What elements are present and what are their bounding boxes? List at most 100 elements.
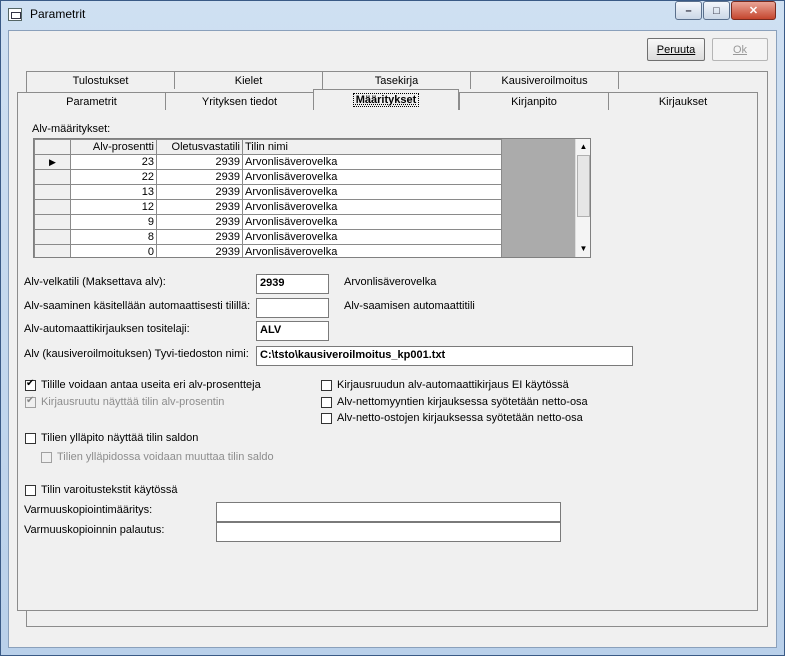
table-row[interactable]: 0 2939 Arvonlisäverovelka: [34, 244, 502, 257]
cell-oletusvastatili[interactable]: 2939: [156, 244, 243, 257]
cell-oletusvastatili[interactable]: 2939: [156, 169, 243, 185]
cell-alv-prosentti[interactable]: 13: [70, 184, 157, 200]
table-header-row: Alv-prosentti Oletusvastatili Tilin nimi: [34, 139, 502, 155]
alv-velkatili-label: Alv-velkatili (Maksettava alv):: [24, 276, 166, 288]
cell-alv-prosentti[interactable]: 0: [70, 244, 157, 257]
checkbox-label: Tilin varoitustekstit käytössä: [41, 484, 178, 496]
tab-label: Tasekirja: [374, 74, 419, 87]
scroll-down-icon[interactable]: ▼: [576, 241, 590, 256]
tab-kielet[interactable]: Kielet: [174, 71, 323, 89]
tab-label: Kielet: [234, 74, 263, 87]
tab-kirjaukset[interactable]: Kirjaukset: [608, 92, 758, 110]
row-selector[interactable]: [34, 184, 71, 200]
cell-tilin-nimi[interactable]: Arvonlisäverovelka: [242, 154, 502, 170]
table-row[interactable]: 12 2939 Arvonlisäverovelka: [34, 199, 502, 215]
cell-tilin-nimi[interactable]: Arvonlisäverovelka: [242, 184, 502, 200]
scroll-up-icon[interactable]: ▲: [576, 139, 590, 154]
tilin-saldo-checkbox[interactable]: Tilien ylläpito näyttää tilin saldon: [25, 432, 198, 444]
close-button[interactable]: ✕: [731, 1, 776, 20]
tyvi-tiedosto-input[interactable]: C:\tsto\kausiveroilmoitus_kp001.txt: [256, 346, 633, 366]
cancel-button[interactable]: Peruuta: [647, 38, 705, 61]
varoitustekstit-checkbox[interactable]: Tilin varoitustekstit käytössä: [25, 484, 178, 496]
table-row[interactable]: 8 2939 Arvonlisäverovelka: [34, 229, 502, 245]
checkbox-label: Kirjausruutu näyttää tilin alv-prosentin: [41, 396, 225, 408]
cell-alv-prosentti[interactable]: 12: [70, 199, 157, 215]
varmuuskopiointi-input[interactable]: [216, 502, 561, 522]
row-selector[interactable]: [34, 199, 71, 215]
minimize-icon: –: [685, 4, 692, 17]
checkbox-label: Alv-netto-ostojen kirjauksessa syötetään…: [337, 412, 583, 424]
checkbox-label: Alv-nettomyyntien kirjauksessa syötetään…: [337, 396, 588, 408]
cell-alv-prosentti[interactable]: 9: [70, 214, 157, 230]
scroll-thumb[interactable]: [577, 155, 590, 217]
column-header-tilin-nimi[interactable]: Tilin nimi: [242, 139, 502, 155]
checkbox-unchecked-icon[interactable]: [321, 412, 332, 424]
kirjausruutu-alv-checkbox[interactable]: Kirjausruutu näyttää tilin alv-prosentin: [25, 395, 225, 408]
palautus-label: Varmuuskopioinnin palautus:: [24, 524, 165, 536]
tab-parametrit[interactable]: Parametrit: [17, 92, 166, 110]
tab-tulostukset[interactable]: Tulostukset: [26, 71, 175, 89]
table-row[interactable]: 13 2939 Arvonlisäverovelka: [34, 184, 502, 200]
column-header-alv-prosentti[interactable]: Alv-prosentti: [70, 139, 157, 155]
cell-oletusvastatili[interactable]: 2939: [156, 214, 243, 230]
checkbox-label: Tilille voidaan antaa useita eri alv-pro…: [41, 379, 261, 391]
nettoostot-checkbox[interactable]: Alv-netto-ostojen kirjauksessa syötetään…: [321, 412, 583, 424]
cell-tilin-nimi[interactable]: Arvonlisäverovelka: [242, 244, 502, 257]
row-selector[interactable]: [34, 214, 71, 230]
cell-alv-prosentti[interactable]: 23: [70, 154, 157, 170]
checkbox-checked-icon[interactable]: [25, 378, 36, 391]
tab-label: Yrityksen tiedot: [201, 95, 278, 108]
tab-kirjanpito[interactable]: Kirjanpito: [459, 92, 609, 110]
saldo-muutos-checkbox[interactable]: Tilien ylläpidossa voidaan muuttaa tilin…: [41, 451, 274, 463]
cell-alv-prosentti[interactable]: 22: [70, 169, 157, 185]
cell-alv-prosentti[interactable]: 8: [70, 229, 157, 245]
alv-velkatili-input[interactable]: 2939: [256, 274, 329, 294]
checkbox-checked-icon[interactable]: [25, 395, 36, 408]
app-icon: [8, 8, 22, 21]
tab-kausiveroilmoitus[interactable]: Kausiveroilmoitus: [470, 71, 619, 89]
alv-table: Alv-prosentti Oletusvastatili Tilin nimi…: [34, 139, 502, 257]
checkbox-label: Kirjausruudun alv-automaattikirjaus EI k…: [337, 379, 569, 391]
palautus-input[interactable]: [216, 522, 561, 542]
cell-oletusvastatili[interactable]: 2939: [156, 229, 243, 245]
checkbox-unchecked-icon[interactable]: [25, 484, 36, 496]
nettomyynnit-checkbox[interactable]: Alv-nettomyyntien kirjauksessa syötetään…: [321, 396, 588, 408]
checkbox-unchecked-icon[interactable]: [321, 396, 332, 408]
row-selector[interactable]: [34, 169, 71, 185]
cell-oletusvastatili[interactable]: 2939: [156, 154, 243, 170]
row-selector[interactable]: [34, 229, 71, 245]
alv-grid[interactable]: Alv-prosentti Oletusvastatili Tilin nimi…: [33, 138, 591, 258]
cell-tilin-nimi[interactable]: Arvonlisäverovelka: [242, 199, 502, 215]
cancel-button-label: Peruuta: [656, 43, 696, 56]
table-row[interactable]: 22 2939 Arvonlisäverovelka: [34, 169, 502, 185]
column-header-oletusvastatili[interactable]: Oletusvastatili: [156, 139, 243, 155]
ei-automaattikirjaus-checkbox[interactable]: Kirjausruudun alv-automaattikirjaus EI k…: [321, 379, 569, 391]
title-bar[interactable]: Parametrit – □ ✕: [0, 0, 785, 30]
checkbox-unchecked-icon[interactable]: [321, 379, 332, 391]
table-row[interactable]: ▶ 23 2939 Arvonlisäverovelka: [34, 154, 502, 170]
cell-tilin-nimi[interactable]: Arvonlisäverovelka: [242, 169, 502, 185]
current-row-marker-icon[interactable]: ▶: [34, 154, 71, 170]
grid-vertical-scrollbar[interactable]: ▲ ▼: [575, 139, 590, 257]
maximize-button[interactable]: □: [703, 1, 730, 20]
alv-saaminen-input[interactable]: [256, 298, 329, 318]
tab-yrityksen-tiedot[interactable]: Yrityksen tiedot: [165, 92, 314, 110]
tab-back-empty: [618, 71, 768, 89]
row-selector[interactable]: [34, 244, 71, 257]
row-selector-header: [34, 139, 71, 155]
minimize-button[interactable]: –: [675, 1, 702, 20]
table-row[interactable]: 9 2939 Arvonlisäverovelka: [34, 214, 502, 230]
tab-tasekirja[interactable]: Tasekirja: [322, 71, 471, 89]
cell-oletusvastatili[interactable]: 2939: [156, 199, 243, 215]
checkbox-unchecked-icon[interactable]: [25, 432, 36, 444]
ok-button[interactable]: Ok: [712, 38, 768, 61]
tab-label: Kausiveroilmoitus: [501, 74, 588, 87]
close-icon: ✕: [748, 5, 759, 17]
cell-tilin-nimi[interactable]: Arvonlisäverovelka: [242, 214, 502, 230]
tab-maaritykset[interactable]: Määritykset: [313, 89, 459, 110]
useita-alv-checkbox[interactable]: Tilille voidaan antaa useita eri alv-pro…: [25, 378, 261, 391]
cell-tilin-nimi[interactable]: Arvonlisäverovelka: [242, 229, 502, 245]
cell-oletusvastatili[interactable]: 2939: [156, 184, 243, 200]
tositelaji-input[interactable]: ALV: [256, 321, 329, 341]
checkbox-unchecked-icon[interactable]: [41, 451, 52, 463]
